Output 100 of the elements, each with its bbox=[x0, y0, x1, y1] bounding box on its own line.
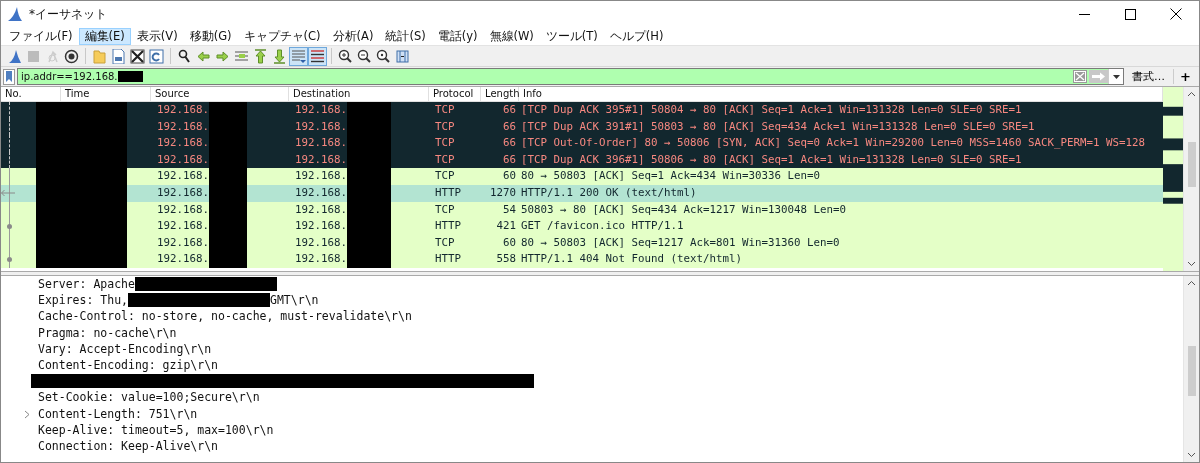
table-cell-text: 558 bbox=[495, 251, 517, 268]
autoscroll-icon bbox=[291, 48, 306, 64]
dot-icon bbox=[7, 257, 12, 263]
table-cell-text: TCP bbox=[434, 201, 456, 218]
table-cell-text: HTTP/1.1 404 Not Found (text/html) bbox=[520, 251, 743, 268]
first-packet-icon bbox=[253, 48, 268, 64]
goto-packet-icon bbox=[234, 48, 249, 64]
scroll-up-icon[interactable] bbox=[1187, 90, 1196, 99]
table-cell-text: [TCP Dup ACK 391#1] 50803 → 80 [ACK] Seq=434 Ack=1 Win=131328 Len=0 SLE=0 SRE=1 bbox=[520, 118, 1036, 135]
table-cell-text: HTTP/1.1 200 OK (text/html) bbox=[520, 184, 698, 201]
menu-item[interactable]: 統計(S) bbox=[379, 27, 432, 45]
menu-item[interactable]: ツール(T) bbox=[539, 27, 604, 45]
forward-arrow-icon bbox=[215, 48, 230, 64]
close-file-icon bbox=[130, 48, 145, 64]
bookmark-icon[interactable] bbox=[3, 68, 15, 85]
table-cell-text: TCP bbox=[434, 118, 456, 135]
column-header[interactable]: No. bbox=[1, 87, 61, 101]
add-button[interactable]: + bbox=[1173, 69, 1197, 84]
menu-item[interactable]: 表示(V) bbox=[130, 27, 184, 45]
format-button[interactable]: 書式… bbox=[1126, 69, 1172, 84]
header-line-text: Pragma: no-cache\r\n bbox=[38, 325, 177, 340]
table-cell-text: TCP bbox=[434, 234, 456, 251]
table-cell-text: 60 bbox=[502, 234, 517, 251]
menu-item[interactable]: 無線(W) bbox=[483, 27, 540, 45]
table-cell-text: HTTP bbox=[434, 251, 462, 268]
restart-icon bbox=[45, 48, 60, 64]
table-cell: 192.168. bbox=[295, 252, 347, 266]
window-title: *イーサネット bbox=[29, 5, 108, 23]
caret-icon bbox=[1112, 74, 1120, 79]
header-line-text: Connection: Keep-Alive\r\n bbox=[38, 438, 218, 453]
column-header[interactable]: Time bbox=[61, 87, 151, 101]
column-header[interactable]: Length bbox=[481, 87, 519, 101]
header-line-text: Server: Apache bbox=[38, 277, 135, 292]
options-icon bbox=[64, 48, 79, 64]
table-cell-text: 50803 → 80 [ACK] Seq=434 Ack=1217 Win=130048 Len=0 bbox=[520, 201, 847, 218]
filter-field[interactable]: ip.addr==192.168. bbox=[17, 68, 1125, 85]
table-cell-text: 66 bbox=[502, 102, 517, 118]
table-cell-text: 80 → 50803 [ACK] Seq=1 Ack=434 Win=30336 Len=0 bbox=[520, 168, 821, 185]
menu-item[interactable]: 編集(E) bbox=[78, 27, 131, 45]
colorize-icon bbox=[310, 48, 325, 64]
header-line-text: Content-Length: 751\r\n bbox=[38, 406, 198, 421]
table-cell-text: 66 bbox=[502, 151, 517, 168]
table-cell-text: HTTP bbox=[434, 218, 462, 235]
zoom-in-icon bbox=[338, 48, 353, 64]
table-cell: 192.168. bbox=[157, 252, 209, 266]
clear-icon[interactable] bbox=[1073, 70, 1088, 83]
scrollbar-thumb[interactable] bbox=[1187, 346, 1196, 396]
resize-columns-icon bbox=[395, 48, 410, 64]
menu-item[interactable]: 移動(G) bbox=[183, 27, 238, 45]
zoom-out-icon bbox=[357, 48, 372, 64]
table-cell-text: 60 bbox=[502, 168, 517, 185]
binary-file-icon bbox=[111, 48, 126, 64]
table-cell-text: [TCP Out-Of-Order] 80 → 50806 [SYN, ACK] Seq=0 Ack=1 Win=29200 Len=0 MSS=1460 SACK_PERM=1 WS=128 bbox=[520, 135, 1147, 152]
header-line-text: Set-Cookie: value=100;Secure\r\n bbox=[38, 390, 260, 405]
column-header[interactable]: Source bbox=[151, 87, 289, 101]
table-cell-text: 421 bbox=[495, 218, 517, 235]
table-cell: 192.168. bbox=[295, 185, 347, 199]
scroll-down-icon[interactable] bbox=[1187, 450, 1196, 459]
column-header[interactable]: Protocol bbox=[429, 87, 481, 101]
table-cell-text: GET /favicon.ico HTTP/1.1 bbox=[520, 218, 685, 235]
table-cell: 192.168. bbox=[295, 202, 347, 216]
colorize-button[interactable] bbox=[308, 46, 327, 66]
expand-chevron-icon[interactable] bbox=[23, 409, 31, 419]
table-cell: 192.168. bbox=[157, 235, 209, 249]
table-cell-text: TCP bbox=[434, 168, 456, 185]
scrollbar-thumb[interactable] bbox=[1187, 142, 1196, 187]
table-cell: 192.168. bbox=[295, 119, 347, 133]
menu-item[interactable]: ヘルプ(H) bbox=[603, 27, 670, 45]
table-cell: 192.168. bbox=[157, 185, 209, 199]
table-cell-text: 66 bbox=[502, 118, 517, 135]
table-cell: 192.168. bbox=[295, 136, 347, 150]
table-cell: 192.168. bbox=[157, 103, 209, 116]
close-file-button[interactable] bbox=[128, 46, 147, 66]
scrollbar[interactable] bbox=[1183, 276, 1199, 462]
binary-file-button[interactable] bbox=[109, 46, 128, 66]
header-line-text: Keep-Alive: timeout=5, max=100\r\n bbox=[38, 422, 274, 437]
table-cell-text: TCP bbox=[434, 135, 456, 152]
menu-item[interactable]: キャプチャ(C) bbox=[237, 27, 327, 45]
scroll-down-icon[interactable] bbox=[1187, 259, 1196, 268]
reload-file-icon bbox=[149, 48, 164, 64]
column-header[interactable]: Destination bbox=[289, 87, 429, 101]
menu-item[interactable]: 分析(A) bbox=[326, 27, 380, 45]
last-packet-icon bbox=[272, 48, 287, 64]
table-cell-text: TCP bbox=[434, 102, 456, 118]
dropdown-button[interactable] bbox=[1108, 69, 1124, 84]
table-cell: 192.168. bbox=[295, 103, 347, 116]
table-cell: 192.168. bbox=[295, 235, 347, 249]
reload-file-button[interactable] bbox=[147, 46, 166, 66]
back-arrow-icon bbox=[196, 48, 211, 64]
zoom-normal-icon bbox=[376, 48, 391, 64]
maximize-icon bbox=[1124, 8, 1136, 20]
scroll-up-icon[interactable] bbox=[1187, 279, 1196, 288]
menu-item[interactable]: ファイル(F) bbox=[3, 27, 79, 45]
table-cell: 192.168. bbox=[157, 136, 209, 150]
table-cell-text: [TCP Dup ACK 395#1] 50804 → 80 [ACK] Seq=1 Ack=1 Win=131328 Len=0 SLE=0 SRE=1 bbox=[520, 102, 1023, 118]
folder-icon bbox=[92, 48, 107, 64]
menu-item[interactable]: 電話(y) bbox=[431, 27, 484, 45]
table-cell: 192.168. bbox=[295, 152, 347, 166]
scrollbar[interactable] bbox=[1183, 87, 1199, 271]
table-cell-text: 54 bbox=[502, 201, 517, 218]
